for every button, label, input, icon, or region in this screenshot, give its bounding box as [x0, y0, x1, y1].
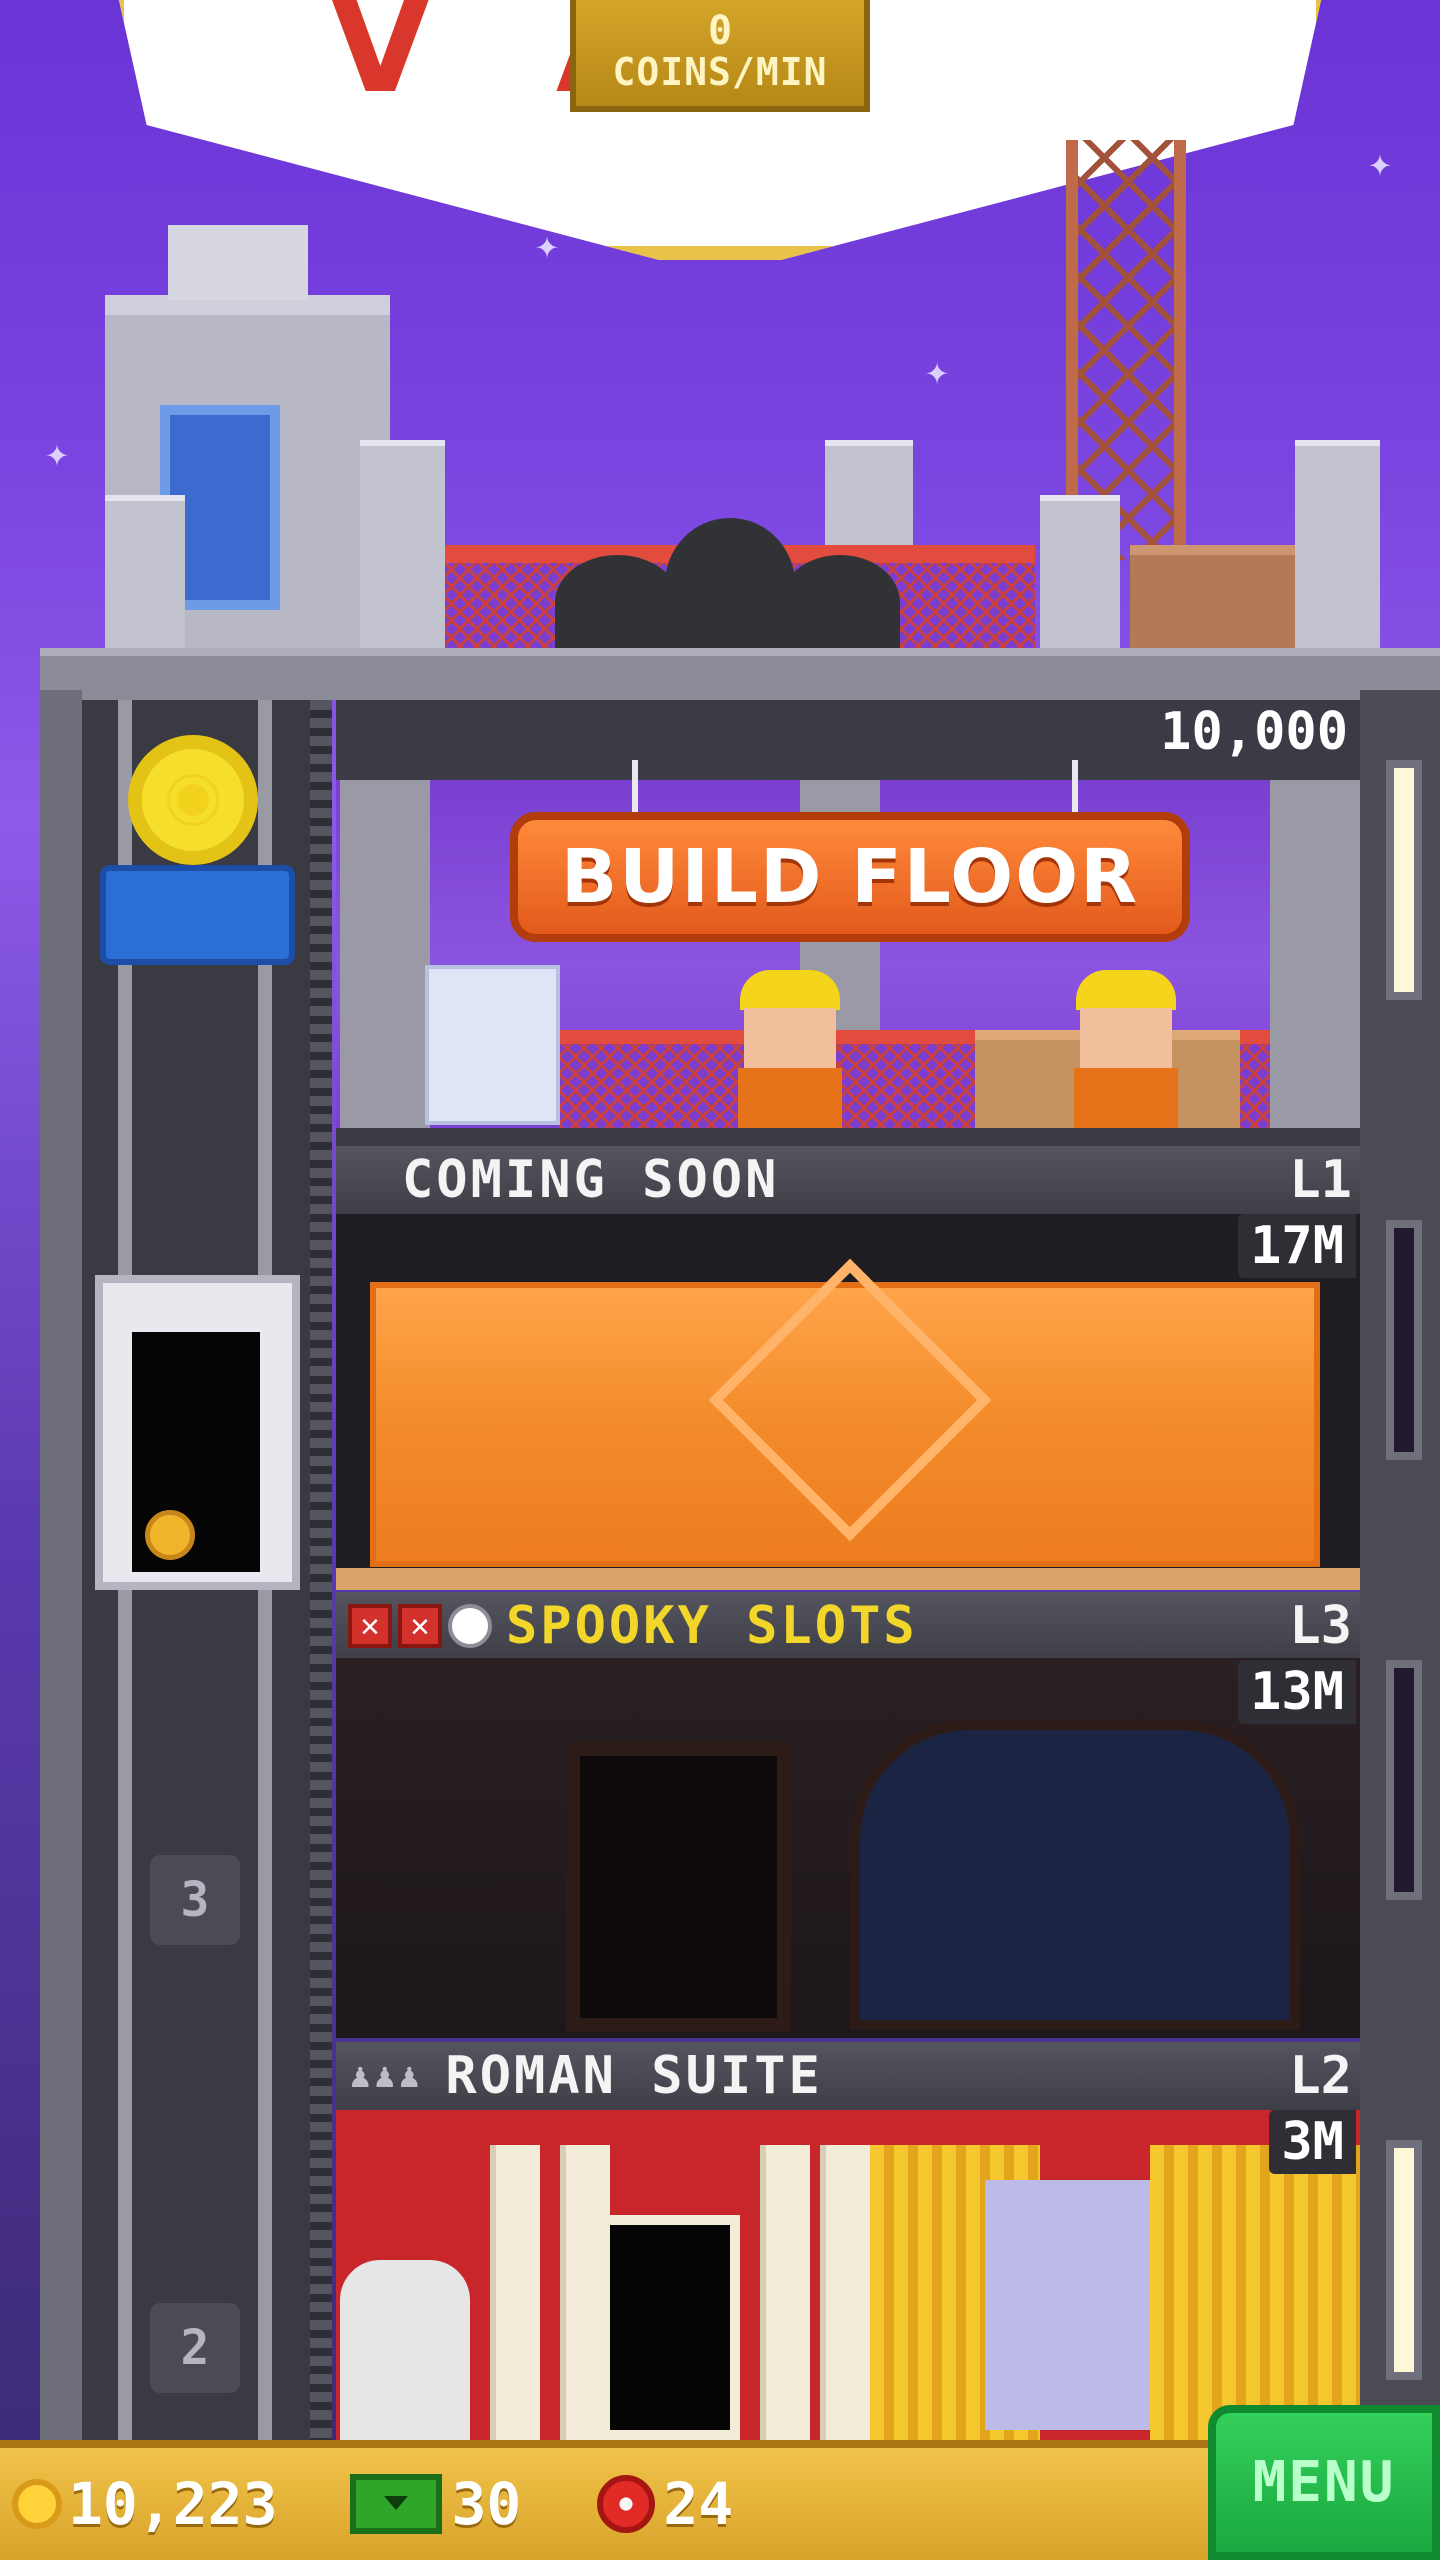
construction-worker [730, 970, 850, 1130]
sparkle-icon: ✦ [1368, 140, 1393, 186]
coins-value: 10,223 [68, 2470, 278, 2538]
spooky-door [566, 1742, 791, 2032]
build-floor-base [336, 1128, 1360, 1148]
floor-level: L2 [1289, 2046, 1352, 2106]
elevator-floor-number: 3 [150, 1855, 240, 1945]
rooftop-vent [168, 225, 308, 300]
roman-column [820, 2145, 870, 2445]
tower-bux-value: 30 [451, 2470, 522, 2538]
spooky-window [850, 1720, 1300, 2030]
menu-button[interactable]: MENU [1208, 2405, 1440, 2560]
rooftop-dome [780, 555, 900, 650]
bux-icon [349, 2474, 442, 2534]
rooftop-pillar [1295, 440, 1380, 650]
elevator-motor [100, 865, 295, 965]
rooftop-crate [1130, 545, 1295, 650]
build-floor-pillar [340, 780, 430, 1130]
tokens-value: 24 [663, 2470, 734, 2538]
exterior-window [1386, 760, 1422, 1000]
exterior-window [1386, 1660, 1422, 1900]
statue [340, 2260, 470, 2440]
floor-divider [336, 1568, 1360, 1590]
sparkle-icon: ✦ [45, 430, 70, 476]
roman-column [760, 2145, 810, 2445]
residents-icon: ♟♟♟ [350, 2056, 424, 2096]
floor-header-coming-soon[interactable]: COMING SOON L1 [336, 1146, 1360, 1214]
x-icon: ✕ [398, 1604, 442, 1648]
floor-header-spooky-slots[interactable]: ✕ ✕ SPOOKY SLOTS L3 [336, 1592, 1360, 1660]
coin-icon[interactable] [145, 1510, 195, 1560]
floor-level: L3 [1289, 1596, 1352, 1656]
rooftop-pillar [105, 495, 185, 650]
roman-door [600, 2215, 740, 2440]
build-floor-pillar [1270, 780, 1360, 1130]
elevator-shaft [82, 700, 314, 2560]
floor-name: SPOOKY SLOTS [506, 1596, 918, 1656]
floor-price: 13M [1238, 1660, 1356, 1724]
construction-worker [1066, 970, 1186, 1130]
rooftop-dome [555, 555, 680, 650]
clock-icon [448, 1604, 492, 1648]
elevator-track [310, 700, 332, 2560]
coins-per-min-panel: 0 COINS/MIN [570, 0, 870, 112]
rooftop-dome [665, 518, 795, 650]
build-floor-button[interactable]: BUILD FLOOR [510, 812, 1190, 942]
coins-per-min-label: COINS/MIN [612, 50, 828, 94]
build-floor-price: 10,000 [1160, 702, 1348, 762]
glass-pane [425, 965, 560, 1125]
floor-price: 3M [1269, 2110, 1356, 2174]
sparkle-icon: ✦ [925, 348, 950, 394]
roman-column [490, 2145, 540, 2445]
floor-header-roman-suite[interactable]: ♟♟♟ ROMAN SUITE L2 [336, 2042, 1360, 2110]
rooftop-pillar [1040, 495, 1120, 650]
roof-slab [40, 648, 1440, 700]
building-wall-left [40, 690, 82, 2560]
floor-price: 17M [1238, 1214, 1356, 1278]
curtain [1150, 2145, 1360, 2440]
tokens-stat[interactable]: 24 [533, 2470, 733, 2538]
exterior-window [1386, 1220, 1422, 1460]
coin-icon [12, 2479, 62, 2529]
elevator-floor-number: 2 [150, 2303, 240, 2393]
coins-stat[interactable]: 10,223 [12, 2470, 278, 2538]
x-icon: ✕ [348, 1604, 392, 1648]
elevator-motor-wheel-icon [128, 735, 258, 865]
rooftop-pillar [360, 440, 445, 650]
elevator-rail [258, 700, 272, 2560]
sign-hanger [632, 760, 638, 812]
exterior-window [1386, 2140, 1422, 2380]
coins-per-min-value: 0 [707, 8, 733, 54]
floor-level: L1 [1289, 1150, 1352, 1210]
elevator-rail [118, 700, 132, 2560]
token-icon [597, 2475, 656, 2533]
floor-name: COMING SOON [402, 1150, 780, 1210]
sign-hanger [1072, 760, 1078, 812]
tower-bux-stat[interactable]: 30 [290, 2470, 522, 2538]
floor-name: ROMAN SUITE [445, 2046, 823, 2106]
